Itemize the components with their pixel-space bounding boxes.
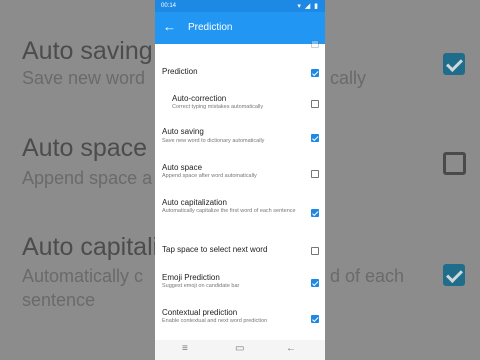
menu-icon[interactable]: ≡ — [182, 343, 188, 354]
setting-subtitle: Automatically capitalize the first word … — [162, 208, 296, 214]
status-icons: ▾ ◢ ▮ — [297, 3, 319, 10]
setting-subtitle: Save new word to dictionary automaticall… — [162, 138, 265, 144]
setting-checkbox[interactable] — [311, 69, 319, 77]
back-arrow-icon[interactable]: ← — [163, 20, 176, 34]
nav-back-icon[interactable]: ← — [286, 343, 296, 354]
bg-title-auto-space: Auto space — [22, 134, 148, 162]
setting-title: Auto saving — [162, 127, 204, 136]
setting-row[interactable]: Tap space to select next word — [155, 244, 325, 274]
status-time: 00:14 — [161, 3, 177, 9]
bg-sub-auto-saving-end: cally — [330, 68, 367, 88]
setting-row[interactable]: Contextual prediction Enable contextual a… — [155, 307, 325, 337]
setting-row[interactable]: Emoji Prediction Suggest emoji on candida… — [155, 272, 325, 302]
setting-title: Prediction — [162, 67, 198, 76]
setting-title: Auto space — [162, 163, 203, 172]
setting-checkbox[interactable] — [311, 170, 319, 178]
page-title: Prediction — [188, 22, 233, 33]
phone-screen: 00:14 ▾ ◢ ▮ ← Prediction Prediction Auto-… — [155, 0, 325, 360]
setting-checkbox[interactable] — [311, 209, 319, 217]
setting-subtitle: Enable contextual and next word predicti… — [162, 318, 268, 324]
setting-row[interactable]: Prediction — [155, 65, 325, 95]
setting-checkbox[interactable] — [311, 279, 319, 287]
setting-subtitle: Append space after word automatically — [162, 173, 257, 179]
setting-checkbox[interactable] — [311, 247, 319, 255]
bg-title-auto-saving: Auto saving — [22, 37, 153, 65]
setting-row[interactable] — [155, 36, 325, 66]
nav-bar: ≡ ▭ ← — [155, 340, 325, 360]
home-icon[interactable]: ▭ — [235, 343, 244, 354]
setting-checkbox[interactable] — [311, 315, 319, 323]
bg-checkbox-checked-2 — [443, 264, 465, 286]
setting-row[interactable]: Auto-correction Correct typing mistakes a… — [155, 93, 325, 123]
setting-row[interactable]: Auto capitalization Automatically capital… — [155, 197, 325, 227]
bg-title-auto-cap: Auto capitali — [22, 233, 159, 261]
setting-checkbox[interactable] — [311, 134, 319, 142]
bg-sub-auto-cap-2: sentence — [22, 290, 96, 310]
setting-subtitle: Suggest emoji on candidate bar — [162, 283, 240, 289]
bg-sub-auto-cap-end: d of each — [330, 266, 405, 286]
bg-sub-auto-saving: Save new word — [22, 68, 146, 88]
bg-checkbox-unchecked — [443, 152, 466, 175]
setting-title: Auto-correction — [172, 94, 227, 103]
status-bar: 00:14 ▾ ◢ ▮ — [155, 0, 325, 12]
setting-checkbox[interactable] — [311, 40, 319, 48]
bg-checkbox-checked — [443, 53, 465, 75]
setting-row[interactable]: Auto saving Save new word to dictionary a… — [155, 126, 325, 156]
setting-title: Contextual prediction — [162, 308, 238, 317]
setting-title: Tap space to select next word — [162, 245, 268, 254]
setting-subtitle: Correct typing mistakes automatically — [172, 104, 264, 110]
setting-title: Auto capitalization — [162, 198, 227, 207]
setting-checkbox[interactable] — [311, 100, 319, 108]
bg-sub-auto-space: Append space a — [22, 168, 153, 188]
bg-sub-auto-cap: Automatically c — [22, 266, 144, 286]
setting-title: Emoji Prediction — [162, 273, 220, 282]
setting-row[interactable]: Auto space Append space after word automa… — [155, 162, 325, 192]
